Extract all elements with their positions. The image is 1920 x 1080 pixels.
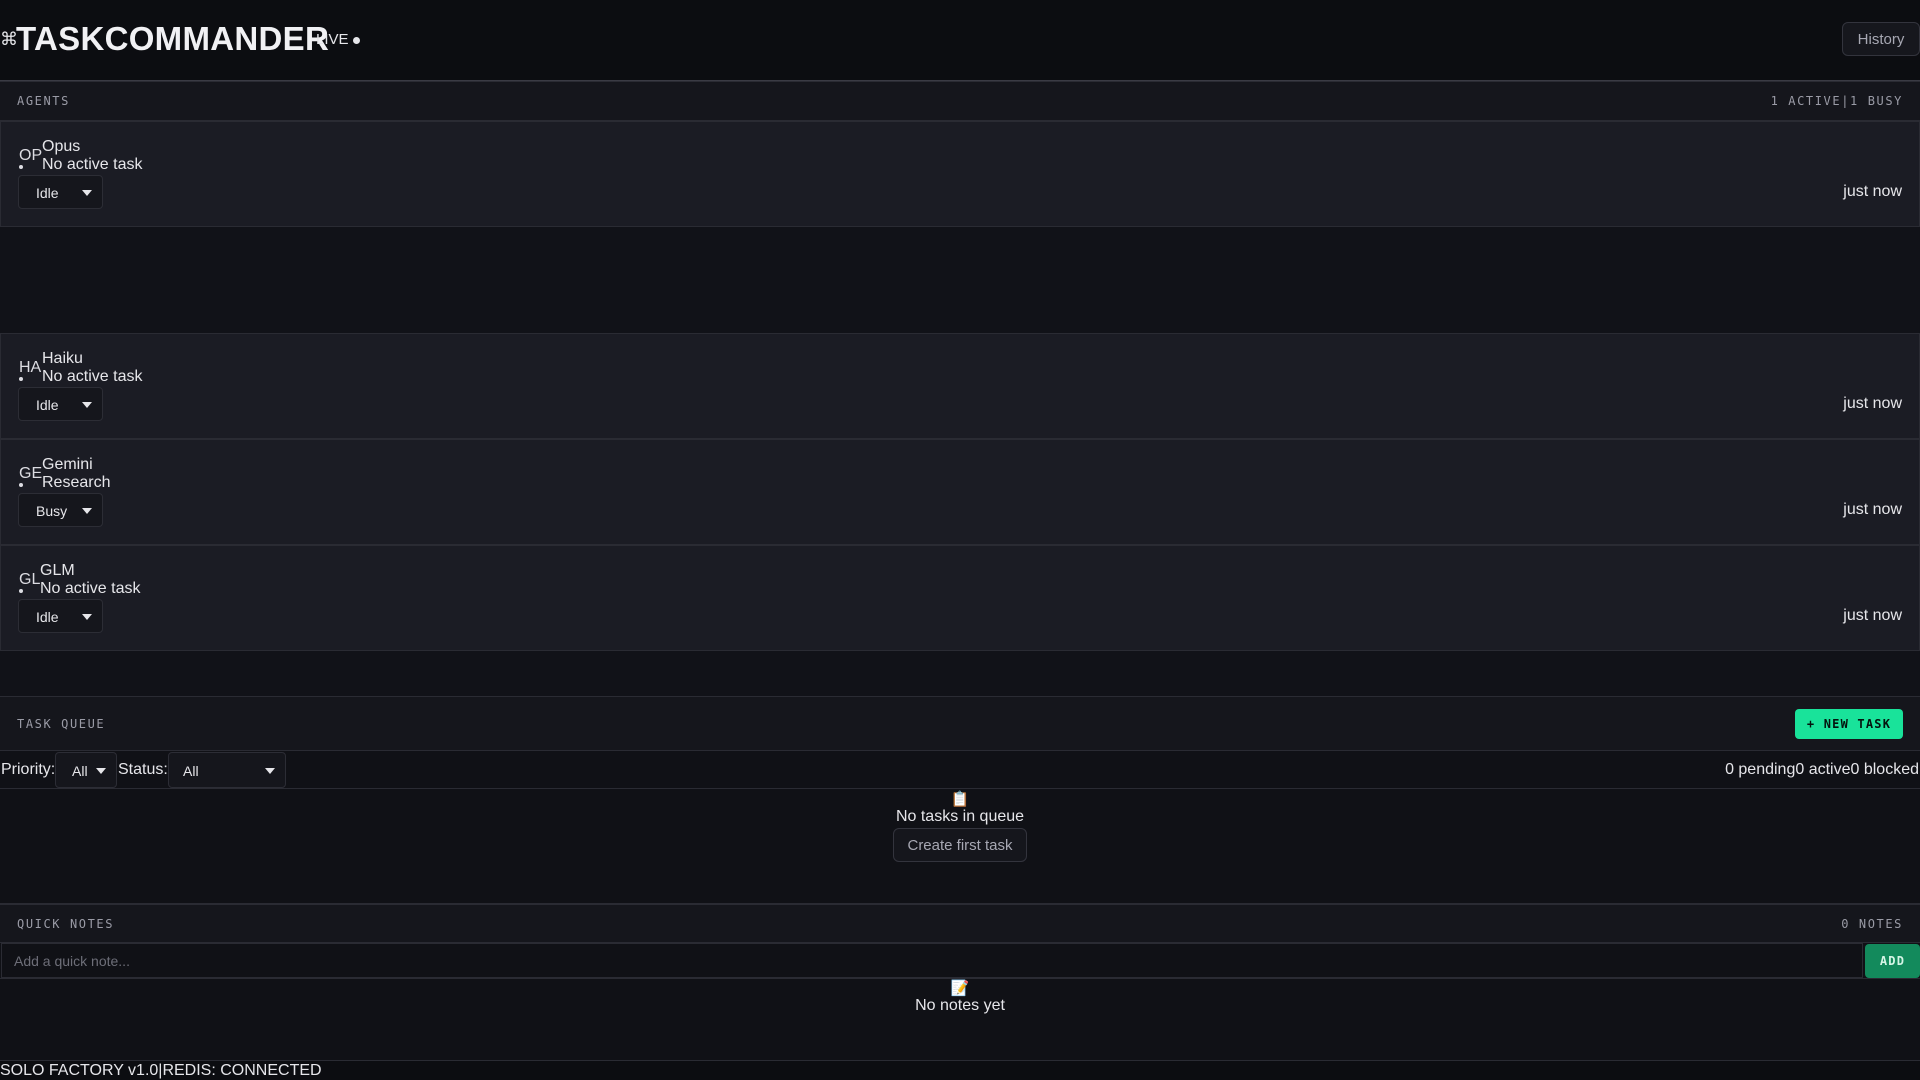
busy-agents-count: 1 BUSY bbox=[1850, 94, 1903, 108]
history-button[interactable]: History bbox=[1842, 22, 1920, 56]
agent-status-dot bbox=[19, 377, 23, 381]
status-filter-label: Status: bbox=[118, 761, 168, 778]
redis-status: REDIS: CONNECTED bbox=[162, 1062, 322, 1079]
create-first-task-button[interactable]: Create first task bbox=[893, 828, 1027, 862]
task-queue-header: TASK QUEUE + NEW TASK bbox=[0, 696, 1920, 751]
app-version: SOLO FACTORY v1.0 bbox=[0, 1062, 159, 1079]
agent-card-opus[interactable]: OP Opus No active task Idle just now bbox=[0, 121, 1920, 227]
task-queue-empty-state: 📋 No tasks in queue Create first task bbox=[0, 789, 1920, 904]
agent-name: GLM bbox=[40, 562, 75, 579]
blocked-count: 0 blocked bbox=[1850, 761, 1920, 778]
agent-last-seen: just now bbox=[1843, 607, 1902, 624]
agent-last-seen: just now bbox=[1843, 395, 1902, 412]
agent-status-value: Idle bbox=[36, 185, 59, 201]
agent-current-task: Research bbox=[42, 474, 111, 491]
agent-status-dot bbox=[19, 589, 23, 593]
clipboard-icon: 📋 bbox=[950, 791, 970, 808]
chevron-down-icon bbox=[82, 508, 92, 514]
status-filter-select[interactable]: All bbox=[168, 752, 286, 788]
chevron-down-icon bbox=[82, 190, 92, 196]
agent-avatar: GE bbox=[19, 465, 43, 482]
agent-last-seen: just now bbox=[1843, 501, 1902, 518]
active-agents-count: 1 ACTIVE bbox=[1770, 94, 1842, 108]
task-filter-bar: Priority: All Status: All 0 pending0 act… bbox=[0, 751, 1920, 789]
agent-status-select[interactable]: Idle bbox=[18, 175, 103, 209]
agent-avatar: OP bbox=[19, 147, 43, 164]
agent-current-task: No active task bbox=[42, 368, 143, 385]
agent-current-task: No active task bbox=[42, 156, 143, 173]
agent-status-dot bbox=[19, 483, 23, 487]
add-note-button[interactable]: ADD bbox=[1865, 944, 1920, 978]
active-count: 0 active bbox=[1795, 761, 1851, 778]
empty-notes-message: No notes yet bbox=[915, 997, 1005, 1014]
quick-notes-header: QUICK NOTES 0 NOTES bbox=[0, 904, 1920, 943]
priority-filter-value: All bbox=[72, 763, 88, 779]
chevron-down-icon bbox=[82, 614, 92, 620]
notes-empty-state: 📝 No notes yet bbox=[0, 979, 1920, 1061]
quick-notes-title: QUICK NOTES bbox=[17, 917, 115, 931]
agent-card-glm[interactable]: GL GLM No active task Idle just now bbox=[0, 545, 1920, 651]
agents-section-title: AGENTS bbox=[17, 94, 70, 108]
summary-separator: | bbox=[1841, 94, 1851, 108]
live-badge: LIVE bbox=[316, 31, 349, 48]
agent-status-value: Idle bbox=[36, 397, 59, 413]
agent-name: Gemini bbox=[42, 456, 93, 473]
agent-avatar: HA bbox=[19, 359, 42, 376]
agent-card-gemini[interactable]: GE Gemini Research Busy just now bbox=[0, 439, 1920, 545]
task-queue-title: TASK QUEUE bbox=[17, 717, 106, 731]
agent-status-value: Idle bbox=[36, 609, 59, 625]
chevron-down-icon bbox=[265, 768, 275, 774]
chevron-down-icon bbox=[96, 768, 106, 774]
agent-name: Opus bbox=[42, 138, 81, 155]
priority-filter-select[interactable]: All bbox=[55, 752, 117, 788]
memo-icon: 📝 bbox=[950, 980, 970, 997]
agent-status-value: Busy bbox=[36, 503, 68, 519]
live-indicator-dot bbox=[353, 37, 360, 44]
agent-current-task: No active task bbox=[40, 580, 141, 597]
status-footer: SOLO FACTORY v1.0|REDIS: CONNECTED bbox=[0, 1061, 1920, 1080]
agent-last-seen: just now bbox=[1843, 183, 1902, 200]
notes-count: 0 NOTES bbox=[1841, 917, 1903, 931]
quick-note-input[interactable] bbox=[1, 943, 1863, 978]
app-header: ⌘ TASKCOMMANDER LIVE History bbox=[0, 0, 1920, 81]
status-filter-value: All bbox=[183, 763, 199, 779]
pending-count: 0 pending bbox=[1725, 761, 1796, 778]
priority-filter-label: Priority: bbox=[1, 761, 56, 778]
agent-status-dot bbox=[19, 165, 23, 169]
agent-avatar: GL bbox=[19, 571, 41, 588]
quick-note-form: ADD bbox=[0, 943, 1920, 979]
agent-status-select[interactable]: Idle bbox=[18, 599, 103, 633]
chevron-down-icon bbox=[82, 402, 92, 408]
agent-card-haiku[interactable]: HA Haiku No active task Idle just now bbox=[0, 333, 1920, 439]
queue-counts: 0 pending0 active0 blocked bbox=[1725, 761, 1919, 779]
new-task-button[interactable]: + NEW TASK bbox=[1795, 709, 1903, 739]
app-title: TASKCOMMANDER bbox=[16, 20, 330, 57]
footer-status-line: SOLO FACTORY v1.0|REDIS: CONNECTED bbox=[0, 1062, 322, 1080]
agents-section-header: AGENTS 1 ACTIVE|1 BUSY bbox=[0, 81, 1920, 121]
empty-queue-message: No tasks in queue bbox=[895, 808, 1025, 825]
agent-name: Haiku bbox=[42, 350, 83, 367]
agent-status-select[interactable]: Idle bbox=[18, 387, 103, 421]
agents-summary: 1 ACTIVE|1 BUSY bbox=[1771, 94, 1903, 108]
agent-status-select[interactable]: Busy bbox=[18, 493, 103, 527]
